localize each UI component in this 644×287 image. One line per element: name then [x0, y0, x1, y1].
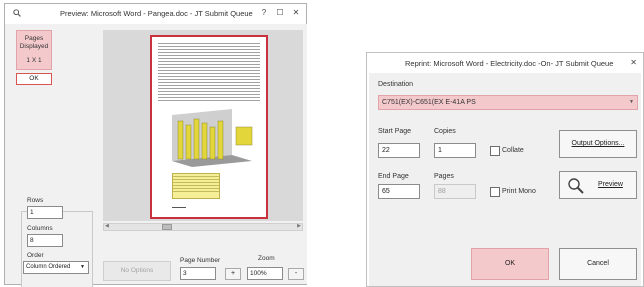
zoom-input[interactable]: 100% — [247, 267, 283, 280]
zoom-minus-button[interactable]: - — [288, 268, 304, 280]
destination-value: C751(EX)-C651(EX E-41A PS — [382, 99, 476, 106]
scroll-right-icon[interactable]: ▶ — [297, 223, 301, 229]
pages-displayed-label: Pages Displayed — [19, 35, 49, 50]
preview-ok-button[interactable]: OK — [16, 73, 52, 85]
reprint-body: Destination C751(EX)-C651(EX E-41A PS ▼ … — [369, 73, 641, 286]
preview-sidebar: Pages Displayed 1 X 1 OK Rows 1 Columns … — [5, 24, 100, 287]
preview-dialog: Preview: Microsoft Word - Pangea.doc - J… — [4, 3, 307, 287]
close-button[interactable]: ✕ — [291, 8, 301, 17]
start-page-input[interactable]: 22 — [378, 143, 420, 158]
reprint-title: Reprint: Microsoft Word - Electricity.do… — [405, 59, 614, 68]
page-chart-image — [162, 107, 258, 167]
preview-title: Preview: Microsoft Word - Pangea.doc - J… — [60, 9, 253, 18]
order-label: Order — [27, 252, 44, 259]
destination-select[interactable]: C751(EX)-C651(EX E-41A PS ▼ — [378, 95, 638, 110]
help-button[interactable]: ? — [259, 8, 269, 17]
preview-label: Preview — [598, 181, 623, 188]
page-plus-button[interactable]: + — [225, 268, 241, 280]
no-options-button: No Options — [103, 261, 171, 281]
layout-group — [21, 211, 93, 287]
end-page-input[interactable]: 65 — [378, 184, 420, 199]
start-page-label: Start Page — [378, 128, 412, 135]
ok-button[interactable]: OK — [471, 248, 549, 280]
cancel-button[interactable]: Cancel — [559, 248, 637, 280]
rows-input[interactable]: 1 — [27, 206, 63, 219]
destination-label: Destination — [378, 81, 414, 88]
collate-label: Collate — [502, 147, 524, 154]
document-page-thumbnail — [150, 35, 268, 219]
magnifier-icon — [13, 9, 21, 17]
order-select[interactable]: Column Ordered ▼ — [23, 261, 89, 274]
preview-canvas — [103, 30, 303, 221]
pages-field: 88 — [434, 184, 476, 199]
copies-label: Copies — [434, 128, 456, 135]
chevron-down-icon: ▼ — [80, 264, 85, 270]
horizontal-scrollbar[interactable]: ◀ ▶ — [103, 223, 303, 231]
magnifier-icon — [568, 178, 584, 194]
order-value: Column Ordered — [26, 264, 71, 270]
pages-displayed-button[interactable]: Pages Displayed 1 X 1 — [16, 30, 52, 70]
page-number-input[interactable]: 3 — [180, 267, 216, 280]
reprint-dialog: Reprint: Microsoft Word - Electricity.do… — [366, 52, 644, 287]
scroll-thumb[interactable] — [162, 224, 172, 230]
chevron-down-icon: ▼ — [629, 99, 634, 105]
output-options-button[interactable]: Output Options... — [559, 130, 637, 158]
copies-input[interactable]: 1 — [434, 143, 476, 158]
columns-label: Columns — [27, 225, 53, 232]
collate-checkbox[interactable] — [490, 146, 500, 156]
zoom-label: Zoom — [258, 255, 275, 262]
maximize-button[interactable]: ☐ — [275, 8, 285, 17]
columns-input[interactable]: 8 — [27, 234, 63, 247]
page-number-label: Page Number — [180, 257, 221, 264]
page-footer-mark — [172, 205, 186, 208]
preview-title-bar: Preview: Microsoft Word - Pangea.doc - J… — [5, 4, 306, 24]
page-table-image — [172, 173, 220, 199]
pages-label: Pages — [434, 173, 454, 180]
preview-pane: ◀ ▶ No Options Page Number 3 + Zoom 100%… — [100, 24, 307, 284]
scroll-left-icon[interactable]: ◀ — [105, 223, 109, 229]
close-icon[interactable]: ✕ — [630, 58, 637, 67]
preview-button[interactable]: Preview — [559, 171, 637, 199]
reprint-title-bar: Reprint: Microsoft Word - Electricity.do… — [367, 53, 643, 73]
end-page-label: End Page — [378, 173, 409, 180]
print-mono-label: Print Mono — [502, 188, 536, 195]
rows-label: Rows — [27, 197, 44, 204]
page-text-block — [158, 43, 260, 101]
pages-displayed-value: 1 X 1 — [26, 57, 42, 64]
print-mono-checkbox[interactable] — [490, 187, 500, 197]
